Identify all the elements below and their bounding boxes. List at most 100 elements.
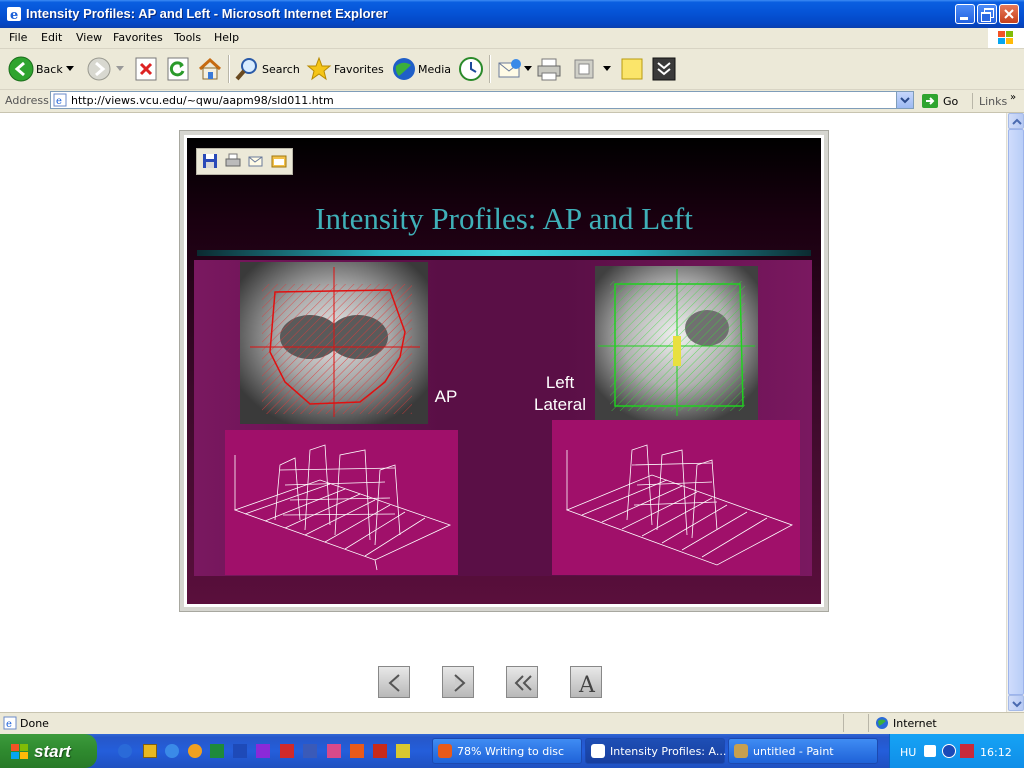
discuss-icon[interactable] — [619, 56, 645, 82]
address-url: http://views.vcu.edu/~qwu/aapm98/sld011.… — [71, 94, 334, 107]
close-button[interactable] — [999, 4, 1019, 24]
go-button[interactable]: Go — [943, 95, 958, 108]
vertical-scrollbar[interactable] — [1006, 113, 1024, 712]
slide-toolbar — [196, 148, 293, 175]
first-slide-button[interactable] — [506, 666, 538, 698]
svg-text:e: e — [56, 96, 62, 107]
refresh-icon[interactable] — [167, 57, 189, 81]
svg-text:e: e — [6, 719, 12, 730]
antivirus-icon[interactable] — [960, 744, 974, 758]
taskbar-item-burning[interactable]: 78% Writing to disc — [432, 738, 582, 764]
taskbar-item-paint[interactable]: untitled - Paint — [728, 738, 878, 764]
restore-button[interactable] — [977, 4, 997, 24]
svg-text:e: e — [10, 8, 18, 22]
page-done-icon: e — [3, 716, 17, 730]
history-icon[interactable] — [458, 56, 484, 82]
address-input[interactable]: e http://views.vcu.edu/~qwu/aapm98/sld01… — [50, 91, 914, 109]
search-icon[interactable] — [234, 56, 260, 82]
label-lateral: Lateral — [534, 395, 586, 414]
back-dropdown-icon[interactable] — [66, 66, 74, 72]
windows-logo-icon — [988, 28, 1024, 48]
favorites-button[interactable]: Favorites — [334, 63, 384, 76]
acrobat-quicklaunch-icon[interactable] — [327, 744, 341, 758]
taskbar-item-label: 78% Writing to disc — [457, 745, 565, 758]
slide-title: Intensity Profiles: AP and Left — [315, 201, 693, 236]
clock: 16:12 — [980, 746, 1012, 759]
slide-title-rule — [197, 250, 811, 256]
home-icon[interactable] — [197, 56, 223, 82]
excel-quicklaunch-icon[interactable] — [210, 744, 224, 758]
address-separator — [972, 93, 973, 109]
scroll-down-button[interactable] — [1008, 695, 1024, 711]
save-icon[interactable] — [202, 153, 218, 169]
menu-view[interactable]: View — [76, 31, 102, 44]
folder-icon[interactable] — [271, 153, 287, 169]
forward-dropdown-icon[interactable] — [116, 66, 124, 72]
tray-chevron-icon[interactable] — [942, 744, 956, 758]
toolbar-separator — [489, 55, 491, 83]
stop-icon[interactable] — [135, 57, 157, 81]
app-quicklaunch-icon[interactable] — [256, 744, 270, 758]
page-icon: e — [53, 93, 67, 107]
tool-quicklaunch-icon[interactable] — [350, 744, 364, 758]
previous-slide-button[interactable] — [378, 666, 410, 698]
folder-quicklaunch-icon[interactable] — [143, 744, 157, 758]
lateral-ct-image — [595, 266, 758, 420]
media-quicklaunch-icon[interactable] — [188, 744, 202, 758]
next-slide-button[interactable] — [442, 666, 474, 698]
links-chevron-icon[interactable]: » — [1010, 92, 1016, 103]
word-quicklaunch-icon[interactable] — [233, 744, 247, 758]
chevron-up-icon — [1012, 118, 1022, 125]
status-text: Done — [20, 717, 49, 730]
windows-flag-icon — [11, 744, 28, 759]
security-zone: Internet — [893, 717, 937, 730]
lateral-intensity-profile-plot — [552, 420, 800, 575]
back-icon[interactable] — [8, 56, 34, 82]
taskbar-item-ie[interactable]: Intensity Profiles: A... — [585, 738, 726, 764]
edit-dropdown-icon[interactable] — [603, 66, 611, 72]
go-icon[interactable] — [921, 93, 939, 109]
address-label: Address — [5, 94, 49, 107]
forward-icon[interactable] — [86, 56, 112, 82]
print-icon[interactable] — [225, 153, 241, 169]
address-dropdown-button[interactable] — [896, 92, 913, 108]
browser-quicklaunch-icon[interactable] — [165, 744, 179, 758]
tray-app-icon[interactable] — [924, 745, 936, 757]
scroll-up-button[interactable] — [1008, 113, 1024, 129]
letter-a-icon: A — [578, 673, 596, 698]
menu-file[interactable]: File — [9, 31, 27, 44]
label-ap: AP — [434, 387, 458, 406]
mail-dropdown-icon[interactable] — [524, 66, 532, 72]
start-label[interactable]: start — [34, 742, 71, 762]
text-only-button[interactable]: A — [570, 666, 602, 698]
disk-quicklaunch-icon[interactable] — [280, 744, 294, 758]
print-icon[interactable] — [536, 56, 562, 82]
scroll-thumb[interactable] — [1008, 129, 1024, 695]
menu-tools[interactable]: Tools — [174, 31, 201, 44]
minimize-button[interactable] — [955, 4, 975, 24]
ap-ct-image — [240, 262, 428, 424]
language-indicator[interactable]: HU — [900, 746, 916, 759]
ie-quicklaunch-icon[interactable] — [118, 744, 132, 758]
chevron-down-icon — [1012, 701, 1022, 708]
explorer-quicklaunch-icon[interactable] — [396, 744, 410, 758]
burn-quicklaunch-icon[interactable] — [373, 744, 387, 758]
favorites-icon[interactable] — [306, 56, 332, 82]
back-button[interactable]: Back — [36, 63, 63, 76]
nfi-quicklaunch-icon[interactable] — [303, 744, 317, 758]
research-icon[interactable] — [651, 56, 677, 82]
menu-edit[interactable]: Edit — [41, 31, 62, 44]
media-icon[interactable] — [391, 56, 417, 82]
status-bar — [0, 712, 1024, 735]
search-button[interactable]: Search — [262, 63, 300, 76]
links-button[interactable]: Links — [979, 95, 1007, 108]
edit-icon[interactable] — [573, 58, 595, 80]
media-button[interactable]: Media — [418, 63, 451, 76]
close-icon — [1004, 9, 1014, 19]
menu-favorites[interactable]: Favorites — [113, 31, 163, 44]
mail-icon[interactable] — [497, 56, 523, 82]
status-separator — [868, 714, 869, 732]
menu-help[interactable]: Help — [214, 31, 239, 44]
mail-icon[interactable] — [248, 153, 264, 169]
double-chevron-left-icon — [514, 675, 532, 691]
